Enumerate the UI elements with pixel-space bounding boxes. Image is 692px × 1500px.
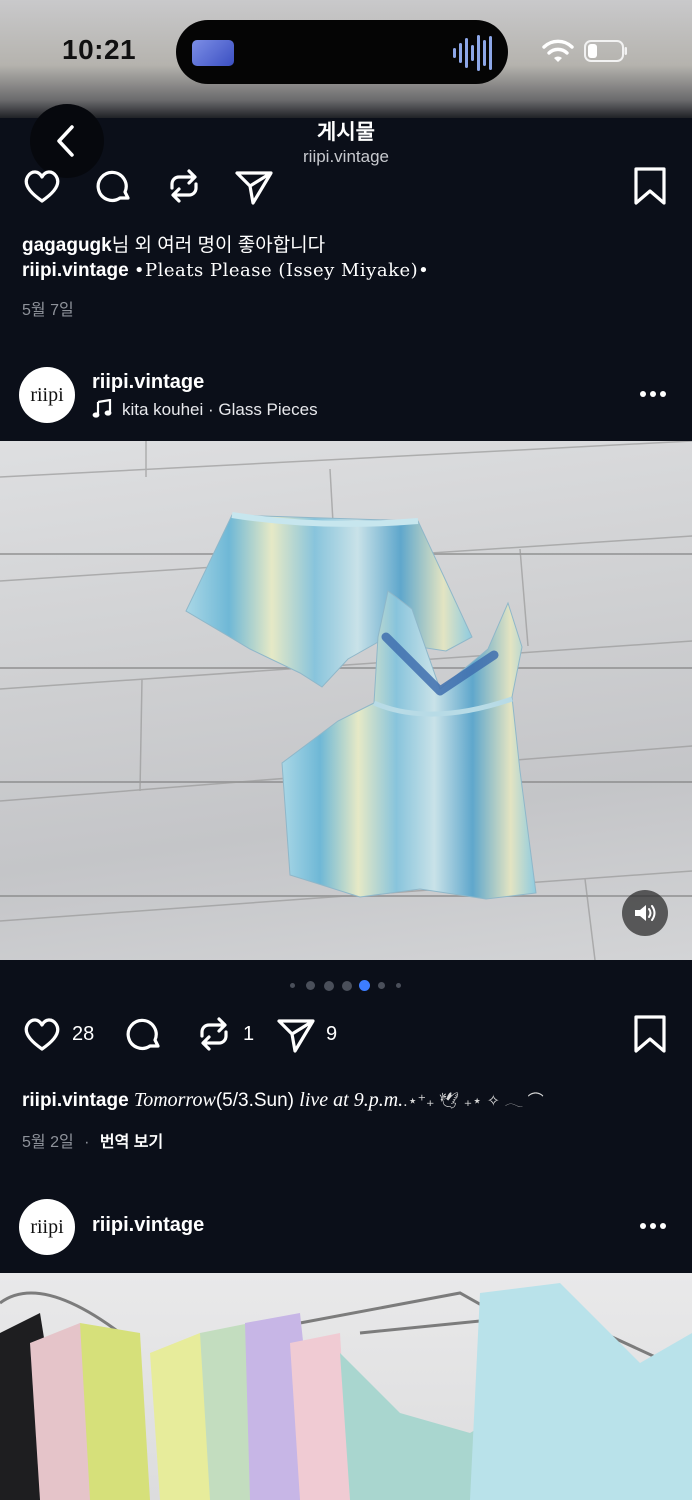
page-title: 게시물 (317, 121, 375, 144)
repost-count[interactable]: 1 (243, 1023, 254, 1046)
post-caption: riipi.vintage Tomorrow(5/3.Sun) live at … (22, 1086, 544, 1112)
caption-text: •Pleats Please (Issey Miyake)• (133, 260, 430, 281)
repost-icon[interactable] (162, 164, 206, 208)
carousel-dot-active (359, 980, 370, 991)
caption-decoration: .⋆⁺₊ 🕊 ₊⋆ ✧ 𓂃 ⌒ (403, 1093, 544, 1110)
speaker-icon (635, 905, 656, 921)
music-track[interactable]: kita kouhei · Glass Pieces (122, 400, 318, 420)
share-count[interactable]: 9 (326, 1023, 337, 1046)
now-playing-artwork (192, 40, 234, 66)
clothing-rack-illustration (0, 1283, 692, 1500)
share-icon[interactable] (232, 164, 276, 208)
carousel-dot (396, 983, 401, 988)
likes-summary[interactable]: gagagugk님 외 여러 명이 좋아합니다 (22, 230, 325, 257)
carousel-dot (290, 983, 295, 988)
bookmark-icon[interactable] (628, 164, 672, 208)
carousel-indicator (280, 978, 410, 994)
audio-waveform-icon (453, 35, 492, 71)
post-photo[interactable] (0, 1273, 692, 1500)
caption-username[interactable]: riipi.vintage (22, 1090, 129, 1111)
carousel-dot (342, 981, 352, 991)
more-options-icon[interactable] (638, 389, 672, 399)
status-time: 10:21 (62, 34, 137, 65)
share-icon[interactable] (274, 1012, 318, 1056)
carousel-dot (306, 981, 315, 990)
post-date: 5월 7일 (22, 302, 74, 319)
heart-icon[interactable] (20, 164, 64, 208)
music-note-icon (92, 399, 112, 418)
more-options-icon[interactable] (638, 1221, 672, 1231)
post-date: 5월 2일 (22, 1134, 74, 1151)
likes-suffix: 님 외 여러 명이 좋아합니다 (111, 235, 326, 256)
post-photo[interactable] (0, 441, 692, 960)
date-separator: · (84, 1134, 90, 1151)
post-date-line: 5월 2일 · 번역 보기 (22, 1128, 163, 1152)
battery-icon (584, 40, 627, 62)
carousel-dot (378, 982, 385, 989)
translate-link[interactable]: 번역 보기 (100, 1134, 163, 1151)
carousel-dot (324, 981, 334, 991)
heart-icon[interactable] (20, 1012, 64, 1056)
comment-icon[interactable] (92, 164, 136, 208)
post-username[interactable]: riipi.vintage (92, 371, 204, 394)
prev-caption: riipi.vintage •Pleats Please (Issey Miya… (22, 260, 429, 282)
comment-icon[interactable] (122, 1012, 166, 1056)
mute-button[interactable] (622, 890, 668, 936)
caption-text-tomorrow: Tomorrow (133, 1089, 216, 1111)
avatar[interactable]: riipi (19, 367, 75, 423)
caption-username[interactable]: riipi.vintage (22, 260, 129, 281)
wifi-icon (542, 39, 574, 62)
post-username[interactable]: riipi.vintage (92, 1214, 204, 1237)
likes-user[interactable]: gagagugk (22, 235, 112, 256)
like-count[interactable]: 28 (72, 1023, 94, 1046)
avatar[interactable]: riipi (19, 1199, 75, 1255)
bookmark-icon[interactable] (628, 1012, 672, 1056)
caption-text-live: live at 9.p.m. (299, 1089, 404, 1111)
repost-icon[interactable] (192, 1012, 236, 1056)
caption-text-date: (5/3.Sun) (215, 1090, 294, 1111)
clothing-photo-illustration (0, 441, 692, 960)
